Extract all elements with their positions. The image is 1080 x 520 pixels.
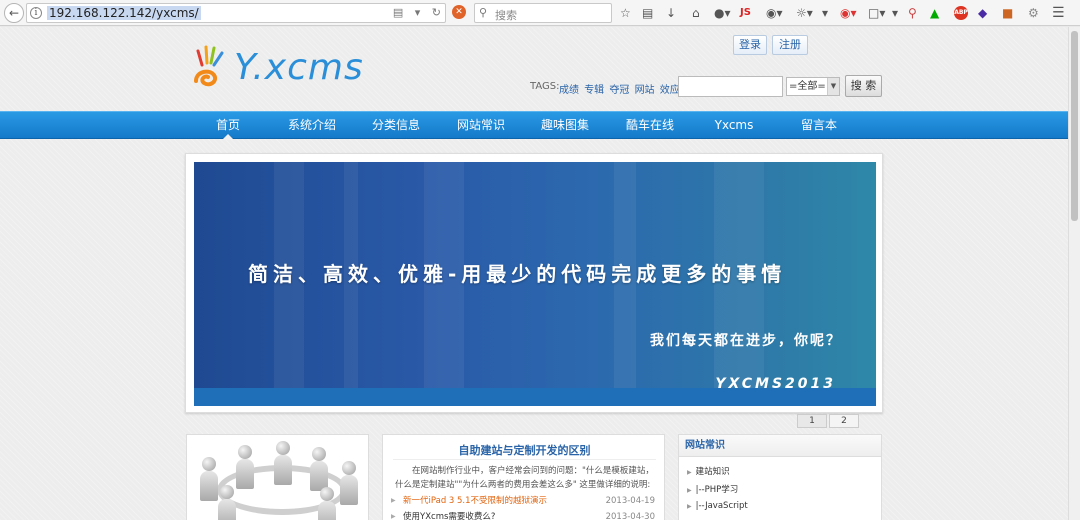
bullet-icon: ▶ bbox=[687, 487, 692, 494]
bullet-icon: ▶ bbox=[391, 497, 396, 504]
figure-icon bbox=[309, 447, 329, 491]
banner-subtitle: 我们每天都在进步，你呢？ bbox=[650, 333, 842, 349]
scope-value: =全部= bbox=[789, 81, 826, 92]
banner-frame: 简洁、高效、优雅-用最少的代码完成更多的事情 我们每天都在进步，你呢？ YXCM… bbox=[185, 153, 883, 413]
register-button[interactable]: 注册 bbox=[772, 35, 808, 55]
figure-icon bbox=[273, 441, 293, 485]
nav-item-cars[interactable]: 酷车在线 bbox=[610, 112, 690, 139]
figure-icon bbox=[235, 445, 255, 489]
browser-toolbar-icons: ☆ ▤ ↓ ⌂ ●▾ JS ◉▾ ☼▾ ▾ ◉▾ □▾ ▾ ⚲ ▲ ABP ◆ … bbox=[620, 4, 1065, 22]
tag-link[interactable]: 网站 bbox=[635, 85, 655, 96]
news-date: 2013-04-30 bbox=[605, 512, 655, 520]
star-icon[interactable]: ☆ bbox=[620, 4, 631, 22]
category-sidebar: 网站常识 ▶ 建站知识 ▶ |--PHP学习 ▶ |--JavaScript bbox=[678, 434, 882, 520]
nav-item-yxcms[interactable]: Yxcms bbox=[694, 112, 774, 139]
n-icon[interactable]: ■ bbox=[1002, 4, 1013, 22]
address-bar[interactable]: i 192.168.122.142/yxcms/ ▤ ▾ ↻ bbox=[26, 3, 446, 23]
flag-icon[interactable]: ◉▾ bbox=[840, 4, 857, 22]
tag-link[interactable]: 成绩 bbox=[559, 85, 579, 96]
article-title[interactable]: 自助建站与定制开发的区别 bbox=[383, 442, 666, 458]
home-icon[interactable]: ⌂ bbox=[692, 4, 700, 22]
slide-page-2[interactable]: 2 bbox=[829, 414, 859, 428]
site-search-input[interactable] bbox=[678, 76, 783, 97]
color-icon[interactable]: ◉▾ bbox=[766, 4, 783, 22]
shield-icon[interactable]: ▲ bbox=[930, 4, 939, 22]
overflow-arrow-icon[interactable]: ▾ bbox=[892, 4, 898, 22]
list-item[interactable]: ▶ 新一代iPad 3 5.1不受限制的越狱演示 2013-04-19 bbox=[389, 494, 661, 508]
bookmark-icon[interactable]: □▾ bbox=[868, 4, 885, 22]
nav-item-classifieds[interactable]: 分类信息 bbox=[356, 112, 436, 139]
tag-link[interactable]: 专辑 bbox=[584, 85, 604, 96]
site-search-button[interactable]: 搜 索 bbox=[845, 75, 882, 97]
sidebar-item-label: |--PHP学习 bbox=[695, 485, 739, 495]
stop-icon[interactable]: ✕ bbox=[452, 5, 466, 19]
info-icon[interactable]: i bbox=[30, 7, 42, 19]
list-item[interactable]: ▶ 使用YXcms需要收费么? 2013-04-30 bbox=[389, 510, 661, 520]
tag-link[interactable]: 夺冠 bbox=[609, 85, 629, 96]
zoom-icon[interactable]: ⚲ bbox=[908, 4, 917, 22]
search-scope-select[interactable]: =全部= ▼ bbox=[786, 77, 840, 96]
dropdown-icon[interactable]: ▾ bbox=[822, 4, 828, 22]
url-text[interactable]: 192.168.122.142/yxcms/ bbox=[47, 6, 201, 20]
slide-page-1[interactable]: 1 bbox=[797, 414, 827, 428]
browser-search-box[interactable]: ⚲ 搜索 bbox=[474, 3, 612, 23]
teamwork-image[interactable] bbox=[186, 434, 369, 520]
nav-item-home[interactable]: 首页 bbox=[188, 112, 268, 140]
article-summary: 在网站制作行业中，客户经常会问到的问题："什么是模板建站，什么是定制建站""为什… bbox=[395, 466, 654, 490]
figure-icon bbox=[317, 487, 337, 520]
logo-text: Y.xcms bbox=[234, 47, 364, 88]
js-icon[interactable]: JS bbox=[740, 4, 751, 22]
banner-strip bbox=[194, 388, 876, 406]
page-actions-icon[interactable]: ▤ bbox=[393, 6, 403, 19]
nav-item-gallery[interactable]: 趣味图集 bbox=[525, 112, 605, 139]
chevron-down-icon: ▼ bbox=[827, 78, 839, 95]
reload-icon[interactable]: ↻ bbox=[432, 6, 441, 19]
search-icon: ⚲ bbox=[479, 6, 488, 19]
adblock-icon[interactable]: ABP bbox=[954, 6, 968, 20]
browser-toolbar: ← i 192.168.122.142/yxcms/ ▤ ▾ ↻ ✕ ⚲ 搜索 … bbox=[0, 0, 1080, 26]
settings-icon[interactable]: ⚙ bbox=[1028, 4, 1039, 22]
figure-icon bbox=[217, 485, 237, 520]
sidebar-item-label: |--JavaScript bbox=[695, 501, 748, 511]
nav-item-guestbook[interactable]: 留言本 bbox=[779, 112, 859, 139]
sidebar-item[interactable]: ▶ 建站知识 bbox=[687, 465, 730, 477]
featured-article: 自助建站与定制开发的区别 在网站制作行业中，客户经常会问到的问题："什么是模板建… bbox=[382, 434, 665, 520]
login-button[interactable]: 登录 bbox=[733, 35, 767, 55]
sidebar-item[interactable]: ▶ |--JavaScript bbox=[687, 501, 748, 511]
tag-links: 成绩 专辑 夺冠 网站 效应 ... bbox=[559, 81, 694, 96]
reader-icon[interactable]: ▤ bbox=[642, 4, 653, 22]
nav-item-web-knowledge[interactable]: 网站常识 bbox=[441, 112, 521, 139]
download-icon[interactable]: ↓ bbox=[666, 4, 676, 22]
menu-icon[interactable]: ☰ bbox=[1052, 4, 1065, 22]
figure-icon bbox=[339, 461, 359, 505]
bullet-icon: ▶ bbox=[687, 503, 692, 510]
logo-swirl-icon bbox=[194, 45, 224, 87]
dropdown-arrow-icon[interactable]: ▾ bbox=[415, 6, 421, 19]
web-page: Y.xcms 登录 注册 TAGS: 成绩 专辑 夺冠 网站 效应 ... =全… bbox=[0, 27, 1068, 520]
scrollbar-thumb[interactable] bbox=[1071, 31, 1078, 221]
sidebar-item-label: 建站知识 bbox=[695, 467, 730, 477]
banner-slide[interactable]: 简洁、高效、优雅-用最少的代码完成更多的事情 我们每天都在进步，你呢？ YXCM… bbox=[194, 162, 876, 406]
news-title[interactable]: 新一代iPad 3 5.1不受限制的越狱演示 bbox=[403, 494, 547, 508]
figure-icon bbox=[199, 457, 219, 501]
tags-label: TAGS: bbox=[530, 81, 560, 92]
vertical-scrollbar[interactable] bbox=[1068, 27, 1080, 520]
globe-icon[interactable]: ●▾ bbox=[714, 4, 731, 22]
sidebar-item[interactable]: ▶ |--PHP学习 bbox=[687, 483, 738, 495]
bullet-icon: ▶ bbox=[687, 469, 692, 476]
browser-search-placeholder: 搜索 bbox=[495, 9, 517, 22]
news-date: 2013-04-19 bbox=[605, 496, 655, 506]
sidebar-heading: 网站常识 bbox=[679, 435, 881, 457]
main-nav: 首页 系统介绍 分类信息 网站常识 趣味图集 酷车在线 Yxcms 留言本 bbox=[0, 111, 1068, 140]
diamond-icon[interactable]: ◆ bbox=[978, 4, 987, 22]
banner-title: 简洁、高效、优雅-用最少的代码完成更多的事情 bbox=[248, 262, 787, 286]
bullet-icon: ▶ bbox=[391, 513, 396, 520]
news-title[interactable]: 使用YXcms需要收费么? bbox=[403, 510, 495, 520]
nav-item-system-intro[interactable]: 系统介绍 bbox=[272, 112, 352, 139]
eye-icon[interactable]: ☼▾ bbox=[796, 4, 813, 22]
site-logo[interactable]: Y.xcms bbox=[190, 43, 370, 95]
back-arrow-icon[interactable]: ← bbox=[4, 3, 24, 23]
